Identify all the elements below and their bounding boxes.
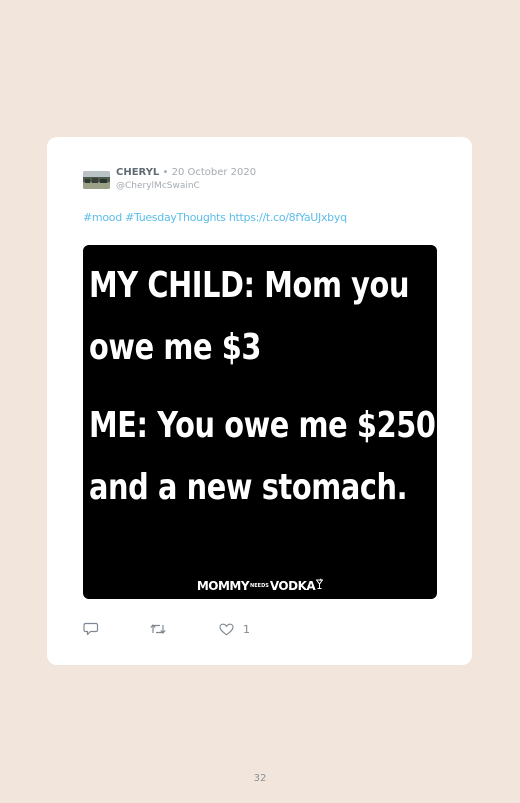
heart-icon — [219, 623, 234, 635]
meme-text-line: and a new stomach. — [89, 467, 408, 508]
brand-logo: MOMMYNEEDSVODKA — [83, 575, 437, 594]
tweet-text[interactable]: #mood #TuesdayThoughts https://t.co/8fYa… — [83, 211, 347, 225]
tweet-author-line: CHERYL • 20 October 2020 — [116, 166, 256, 180]
page-number: 32 — [253, 773, 267, 784]
author-name[interactable]: CHERYL — [116, 167, 159, 178]
avatar[interactable] — [83, 171, 110, 189]
tweet-date[interactable]: 20 October 2020 — [172, 167, 257, 178]
meme-text-line: owe me $3 — [89, 327, 261, 368]
brand-logo-part: MOMMY — [196, 579, 250, 593]
reply-icon — [83, 622, 99, 636]
like-count: 1 — [243, 622, 250, 636]
brand-logo-part: NEEDS — [250, 582, 269, 589]
meta-separator: • — [159, 167, 172, 178]
reply-button[interactable] — [83, 621, 99, 637]
avatar-image — [83, 171, 110, 189]
tweet-card: CHERYL • 20 October 2020 @CherylMcSwainC… — [47, 137, 472, 665]
retweet-icon — [150, 624, 166, 634]
brand-logo-part: VODKA — [269, 579, 316, 593]
retweet-button[interactable] — [149, 621, 167, 637]
like-button[interactable]: 1 — [219, 621, 250, 637]
meme-text-line: MY CHILD: Mom you — [89, 265, 410, 306]
author-handle[interactable]: @CherylMcSwainC — [116, 180, 200, 192]
martini-glass-icon — [316, 578, 324, 589]
tweet-media[interactable]: MY CHILD: Mom you owe me $3 ME: You owe … — [83, 245, 437, 599]
meme-text-line: ME: You owe me $250K — [89, 405, 437, 446]
